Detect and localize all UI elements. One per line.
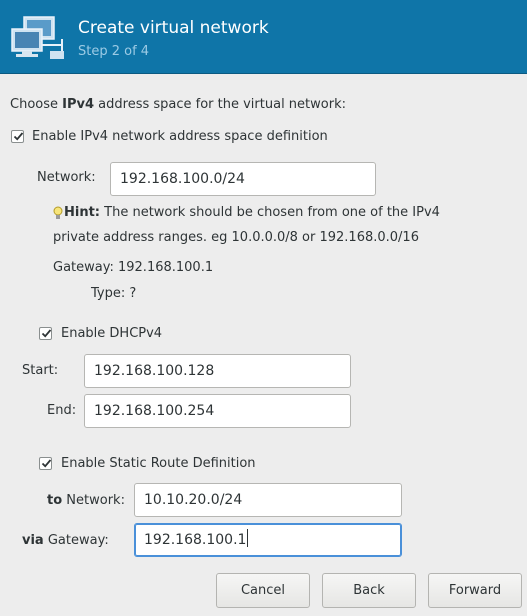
cancel-button[interactable]: Cancel (216, 573, 310, 608)
enable-dhcp-checkbox[interactable] (39, 327, 52, 340)
network-label: Network: (37, 170, 96, 185)
hint-line-1: Hint: The network should be chosen from … (64, 205, 440, 220)
via-gateway-input[interactable]: 192.168.100.1 (134, 523, 402, 557)
enable-ipv4-checkbox[interactable] (11, 130, 24, 143)
wizard-header: Create virtual network Step 2 of 4 (0, 0, 527, 74)
dhcp-end-input[interactable]: 192.168.100.254 (84, 394, 351, 428)
forward-button[interactable]: Forward (428, 573, 522, 608)
hint-line-2: private address ranges. eg 10.0.0.0/8 or… (53, 230, 419, 245)
enable-dhcp-label[interactable]: Enable DHCPv4 (61, 326, 162, 341)
wizard-step-indicator: Step 2 of 4 (78, 44, 150, 59)
to-network-label: to Network: (47, 493, 125, 508)
wizard-title: Create virtual network (78, 18, 269, 38)
gateway-info: Gateway: 192.168.100.1 (53, 260, 214, 275)
network-input[interactable]: 192.168.100.0/24 (110, 162, 376, 196)
lightbulb-icon (53, 206, 63, 219)
type-info: Type: ? (91, 286, 137, 301)
via-gateway-label: via Gateway: (22, 533, 109, 548)
checkmark-icon (41, 329, 52, 338)
enable-static-route-checkbox[interactable] (39, 457, 52, 470)
checkmark-icon (13, 132, 24, 141)
to-network-input[interactable]: 10.10.20.0/24 (134, 483, 402, 517)
dhcp-start-input[interactable]: 192.168.100.128 (84, 354, 351, 388)
virtual-network-icon (11, 16, 64, 59)
text-caret (247, 529, 249, 547)
enable-ipv4-label[interactable]: Enable IPv4 network address space defini… (32, 129, 328, 144)
dhcp-start-label: Start: (22, 363, 59, 378)
enable-static-route-label[interactable]: Enable Static Route Definition (61, 456, 256, 471)
dhcp-end-label: End: (47, 403, 77, 418)
back-button[interactable]: Back (322, 573, 416, 608)
intro-text: Choose IPv4 address space for the virtua… (10, 97, 346, 112)
checkmark-icon (41, 459, 52, 468)
